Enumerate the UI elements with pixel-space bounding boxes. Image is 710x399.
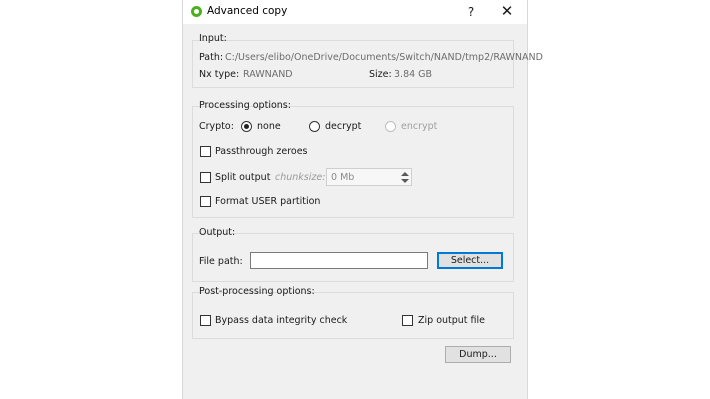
crypto-decrypt-radio[interactable] (309, 121, 320, 132)
file-path-label: File path: (199, 256, 243, 267)
input-group-title: Input: (199, 33, 227, 44)
chunksize-value: 0 Mb (331, 172, 355, 183)
title-bar: Advanced copy ? ✕ (183, 0, 527, 24)
advanced-copy-dialog: Advanced copy ? ✕ Input: Path: C:/Users/… (182, 0, 543, 399)
input-group (192, 40, 514, 88)
zip-output-checkbox[interactable] (402, 315, 413, 326)
dump-button[interactable]: Dump... (445, 346, 511, 363)
window-title: Advanced copy (207, 5, 288, 17)
chunksize-label: chunksize: (275, 172, 326, 183)
close-button[interactable]: ✕ (496, 1, 518, 23)
crypto-none-radio[interactable] (241, 121, 252, 132)
file-path-input[interactable] (250, 252, 428, 269)
crypto-encrypt-radio[interactable] (385, 121, 396, 132)
crypto-encrypt-label[interactable]: encrypt (401, 121, 437, 132)
format-user-partition-label[interactable]: Format USER partition (215, 196, 320, 207)
size-value: 3.84 GB (394, 69, 433, 80)
split-output-checkbox[interactable] (200, 172, 211, 183)
passthrough-zeroes-checkbox[interactable] (200, 146, 211, 157)
crypto-label: Crypto: (199, 121, 234, 132)
select-button[interactable]: Select... (437, 252, 503, 269)
crypto-none-label[interactable]: none (257, 121, 281, 132)
format-user-partition-checkbox[interactable] (200, 196, 211, 207)
processing-options-title: Processing options: (199, 100, 291, 111)
split-output-label[interactable]: Split output (215, 172, 270, 183)
spin-down-arrow-icon[interactable] (401, 179, 409, 183)
zip-output-label[interactable]: Zip output file (418, 315, 485, 326)
app-logo-icon (191, 6, 202, 17)
help-button[interactable]: ? (460, 1, 482, 23)
bypass-integrity-label[interactable]: Bypass data integrity check (215, 315, 347, 326)
post-processing-title: Post-processing options: (199, 286, 315, 297)
path-label: Path: (199, 52, 224, 63)
size-label: Size: (369, 69, 392, 80)
nx-type-label: Nx type: (199, 69, 240, 80)
crypto-decrypt-label[interactable]: decrypt (325, 121, 361, 132)
path-value: C:/Users/elibo/OneDrive/Documents/Switch… (225, 52, 543, 63)
spin-up-arrow-icon[interactable] (401, 172, 409, 176)
chunksize-spinbox[interactable]: 0 Mb (326, 168, 412, 186)
passthrough-zeroes-label[interactable]: Passthrough zeroes (215, 146, 308, 157)
bypass-integrity-checkbox[interactable] (200, 315, 211, 326)
output-group-title: Output: (199, 227, 236, 238)
nx-type-value: RAWNAND (243, 69, 293, 80)
